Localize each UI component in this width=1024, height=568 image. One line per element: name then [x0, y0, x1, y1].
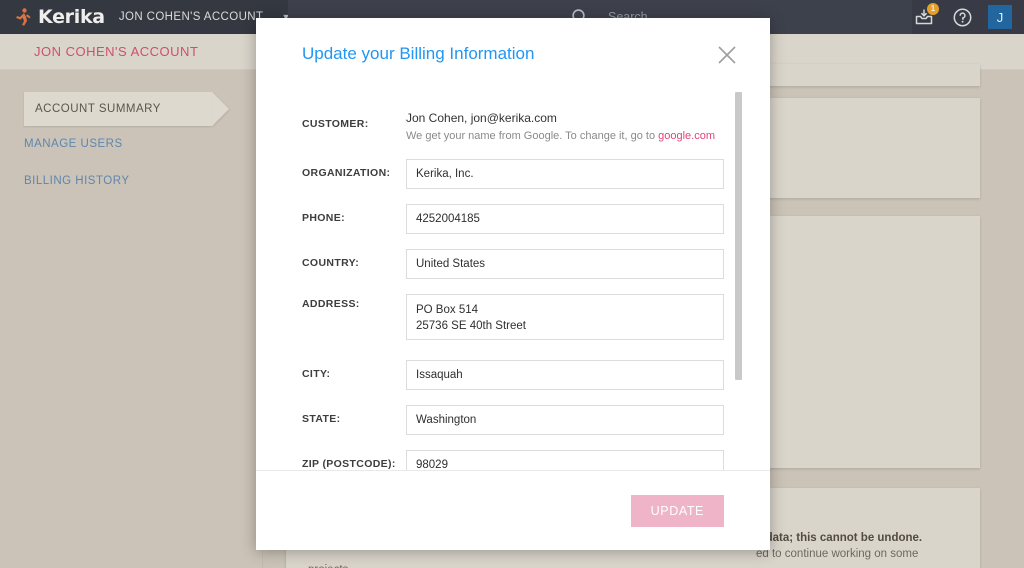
modal-footer: UPDATE: [256, 470, 770, 550]
zip-label: ZIP (POSTCODE):: [302, 458, 396, 470]
city-input[interactable]: [406, 360, 724, 390]
customer-note: We get your name from Google. To change …: [406, 128, 724, 144]
modal-header: Update your Billing Information: [256, 18, 770, 90]
app-root: JON COHEN'S ACCOUNT ACCOUNT SUMMARY MANA…: [0, 0, 1024, 568]
field-row-phone: PHONE:: [302, 202, 724, 234]
modal-body: CUSTOMER: Jon Cohen, jon@kerika.com We g…: [256, 90, 770, 470]
address-label: ADDRESS:: [302, 298, 360, 310]
google-link[interactable]: google.com: [658, 130, 715, 142]
city-label: CITY:: [302, 368, 331, 380]
field-row-zip: ZIP (POSTCODE):: [302, 448, 724, 470]
billing-information-modal: Update your Billing Information CUSTOMER…: [256, 18, 770, 550]
zip-input[interactable]: [406, 450, 724, 470]
address-input[interactable]: PO Box 514 25736 SE 40th Street: [406, 294, 724, 340]
field-row-customer: CUSTOMER: Jon Cohen, jon@kerika.com We g…: [302, 108, 724, 144]
field-row-state: STATE:: [302, 403, 724, 435]
customer-label: CUSTOMER:: [302, 118, 369, 130]
customer-name-email: Jon Cohen, jon@kerika.com: [406, 111, 557, 125]
phone-label: PHONE:: [302, 212, 345, 224]
modal-scrollbar[interactable]: [735, 90, 742, 470]
customer-note-text: We get your name from Google. To change …: [406, 130, 659, 142]
customer-value: Jon Cohen, jon@kerika.com We get your na…: [406, 108, 724, 144]
state-label: STATE:: [302, 413, 341, 425]
organization-label: ORGANIZATION:: [302, 167, 391, 179]
phone-input[interactable]: [406, 204, 724, 234]
field-row-address: ADDRESS: PO Box 514 25736 SE 40th Street: [302, 292, 724, 345]
country-input[interactable]: [406, 249, 724, 279]
modal-scrollbar-thumb[interactable]: [735, 92, 742, 380]
close-icon[interactable]: [716, 44, 738, 66]
field-row-organization: ORGANIZATION:: [302, 157, 724, 189]
country-label: COUNTRY:: [302, 257, 360, 269]
state-input[interactable]: [406, 405, 724, 435]
field-row-city: CITY:: [302, 358, 724, 390]
field-row-country: COUNTRY:: [302, 247, 724, 279]
organization-input[interactable]: [406, 159, 724, 189]
update-button[interactable]: UPDATE: [630, 494, 724, 527]
modal-title: Update your Billing Information: [302, 44, 535, 63]
